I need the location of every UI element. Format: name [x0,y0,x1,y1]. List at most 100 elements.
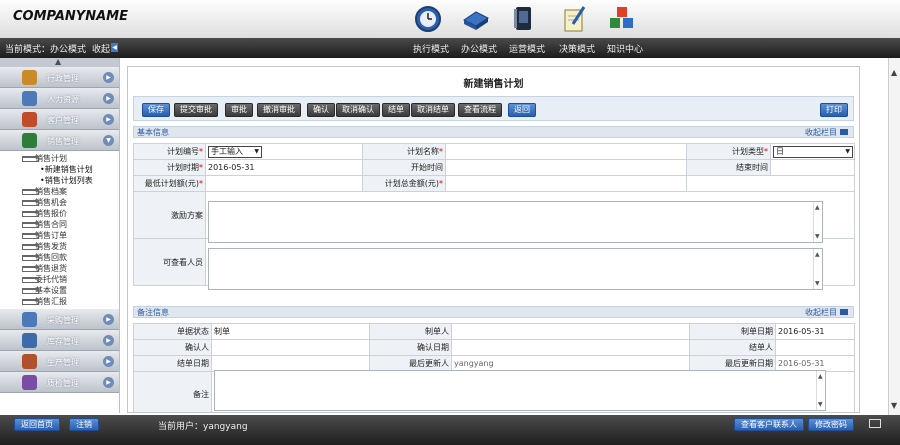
phone-book-icon[interactable] [509,4,539,34]
end-time-input[interactable] [770,159,855,176]
chevron-down-icon[interactable]: ▼ [103,135,114,146]
sidebar-item[interactable]: 委托代销 [0,274,119,285]
book-icon[interactable] [461,4,491,34]
sidebar-item[interactable]: 销售档案 [0,186,119,197]
arrow-up-icon[interactable]: ▲ [815,251,820,258]
inventory-icon [22,333,37,348]
sidebar-item[interactable]: 销售汇报 [0,296,119,307]
chevron-right-icon[interactable]: ▶ [103,335,114,346]
chevron-right-icon[interactable]: ▶ [103,114,114,125]
home-button[interactable]: 返回首页 [14,418,60,431]
confirm-button[interactable]: 确认 [307,103,335,117]
confirm-date-label: 确认日期 [369,339,452,356]
plan-type-select[interactable]: 日 ▼ [773,145,853,158]
remark-textarea[interactable]: ▲ ▼ [214,370,826,411]
plan-time-input[interactable]: 2016-05-31 [205,159,363,176]
current-mode-value: 办公模式 [50,45,87,55]
tab-operation-mode[interactable]: 运营模式 [509,42,545,55]
mail-icon[interactable] [869,419,881,428]
arrow-up-icon[interactable]: ▲ [55,57,61,66]
plan-name-input[interactable] [445,143,687,160]
approve-button[interactable]: 审批 [225,103,253,117]
arrow-down-icon[interactable]: ▼ [891,401,897,410]
sidebar-item[interactable]: 销售回款 [0,252,119,263]
view-contacts-button[interactable]: 查看客户联系人 [734,418,804,431]
sidebar-item-sales-plan[interactable]: 销售计划 [0,153,119,164]
chevron-right-icon[interactable]: ▶ [103,72,114,83]
back-button[interactable]: 返回 [508,103,536,117]
plan-name-label: 计划名称* [362,143,446,160]
sidebar-group-purchase[interactable]: 采购管理 ▶ [0,309,119,330]
notepad-icon[interactable] [559,4,589,34]
sidebar-subitem-plan-list[interactable]: •销售计划列表 [0,175,119,186]
arrow-down-icon[interactable]: ▼ [815,280,820,287]
sidebar-item[interactable]: 销售报价 [0,208,119,219]
end-time-label: 结束时间 [686,159,771,176]
start-time-input[interactable] [445,159,687,176]
collapse-link[interactable]: 收起 [92,42,110,55]
close-order-button[interactable]: 结单 [382,103,410,117]
top-header: COMPANYNAME [0,0,900,38]
arrow-up-icon[interactable]: ▲ [818,373,823,380]
sidebar-group-inventory[interactable]: 库存管理 ▶ [0,330,119,351]
page-scrollbar[interactable]: ▲ ▼ [888,58,900,415]
current-user-value: yangyang [203,422,248,432]
revoke-approval-button[interactable]: 撤消审批 [257,103,301,117]
tab-decision-mode[interactable]: 决策模式 [559,42,595,55]
clock-icon[interactable] [413,4,443,34]
group-label: 人力资源 [47,95,79,104]
sidebar-item[interactable]: 基本设置 [0,285,119,296]
sidebar-scroll-up[interactable]: ▲ [0,57,119,67]
cancel-confirm-button[interactable]: 取消确认 [336,103,380,117]
arrow-up-icon[interactable]: ▲ [815,204,820,211]
tab-knowledge-center[interactable]: 知识中心 [607,42,643,55]
sidebar-item[interactable]: 销售退货 [0,263,119,274]
purchase-icon [22,312,37,327]
sidebar-group-quality[interactable]: 质检管理 ▶ [0,372,119,393]
collapse-section-button[interactable]: 收起栏目 [805,307,848,318]
chevron-right-icon[interactable]: ▶ [103,377,114,388]
chevron-right-icon[interactable]: ▶ [103,93,114,104]
change-password-button[interactable]: 修改密码 [808,418,854,431]
sidebar-item[interactable]: 销售机会 [0,197,119,208]
sidebar-item[interactable]: 销售合同 [0,219,119,230]
view-flow-button[interactable]: 查看流程 [458,103,502,117]
sidebar-group-admin[interactable]: 行政管理 ▶ [0,67,119,88]
cubes-icon[interactable] [607,4,637,34]
textarea-scrollbar[interactable]: ▲ ▼ [816,371,825,410]
sidebar-item[interactable]: 销售订单 [0,230,119,241]
tab-office-mode[interactable]: 办公模式 [461,42,497,55]
textarea-scrollbar[interactable]: ▲ ▼ [813,249,822,289]
arrow-down-icon[interactable]: ▼ [815,233,820,240]
group-label: 库存管理 [47,337,79,346]
chevron-right-icon[interactable]: ▶ [103,314,114,325]
min-amount-input[interactable] [205,175,363,192]
textarea-scrollbar[interactable]: ▲ ▼ [813,202,822,242]
submit-approval-button[interactable]: 提交审批 [174,103,218,117]
tab-execute-mode[interactable]: 执行模式 [413,42,449,55]
total-amount-input[interactable] [445,175,687,192]
cancel-close-button[interactable]: 取消结单 [411,103,455,117]
sidebar-group-customer[interactable]: 客户管理 ▶ [0,109,119,130]
sidebar-group-hr[interactable]: 人力资源 ▶ [0,88,119,109]
plan-no-select[interactable]: 手工输入 ▼ [208,145,262,158]
viewers-textarea[interactable]: ▲ ▼ [208,248,823,290]
arrow-up-icon[interactable]: ▲ [891,68,897,77]
arrow-down-icon[interactable]: ▼ [818,401,823,408]
incentive-textarea[interactable]: ▲ ▼ [208,201,823,243]
incentive-label: 激励方案 [133,191,206,239]
sidebar-group-production[interactable]: 生产管理 ▶ [0,351,119,372]
sidebar-item[interactable]: 销售发货 [0,241,119,252]
logout-button[interactable]: 注销 [69,418,99,431]
current-mode: 当前模式：办公模式 [5,42,86,55]
customer-icon [22,112,37,127]
print-button[interactable]: 打印 [820,103,848,117]
sidebar-group-sales[interactable]: 销售管理 ▼ [0,130,119,151]
collapse-arrow-icon[interactable]: ◀ [111,43,118,52]
chevron-right-icon[interactable]: ▶ [103,356,114,367]
min-amount-label: 最低计划额(元)* [133,175,206,192]
save-button[interactable]: 保存 [142,103,170,117]
status-label: 单据状态 [133,323,212,340]
collapse-section-button[interactable]: 收起栏目 [805,127,848,138]
sidebar-subitem-new-plan[interactable]: •新建销售计划 [0,164,119,175]
